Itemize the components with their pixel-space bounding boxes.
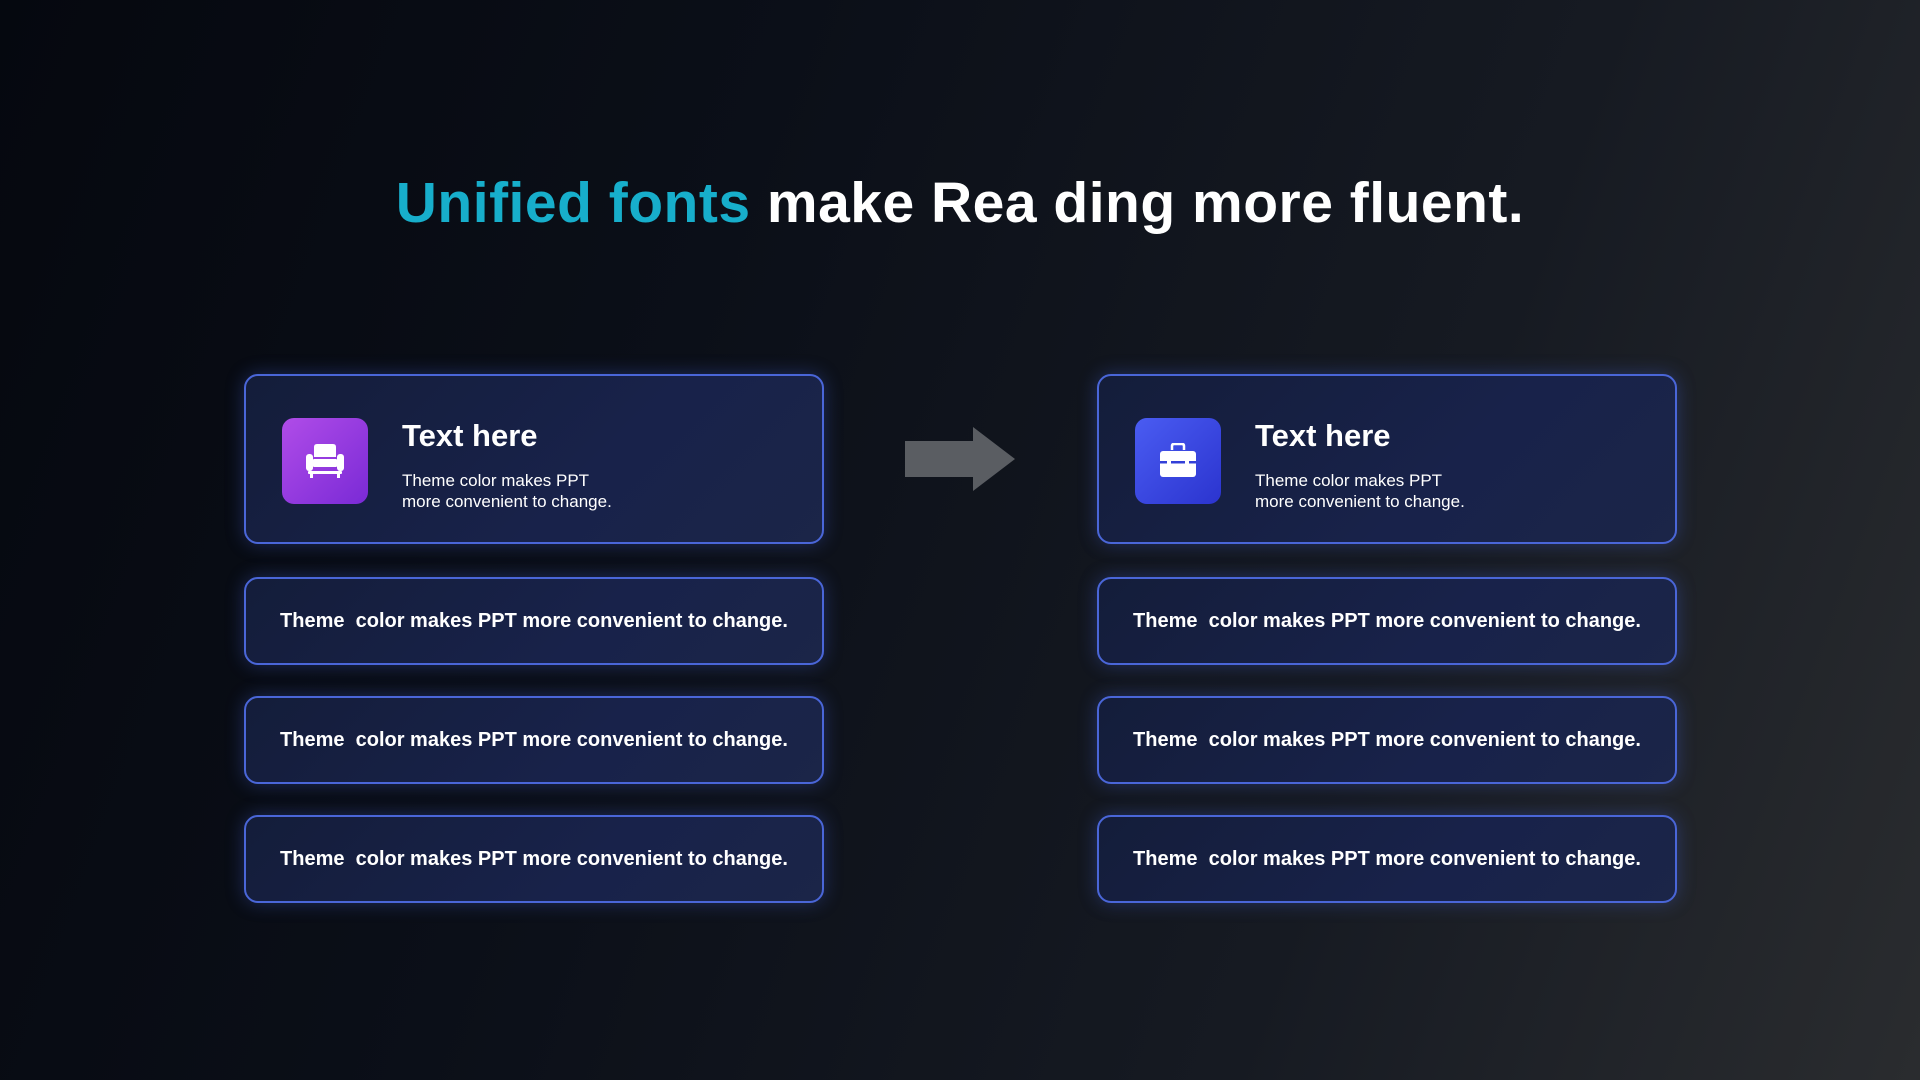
right-header-card: Text here Theme color makes PPT more con… bbox=[1097, 374, 1677, 544]
left-item-text: Theme color makes PPT more convenient to… bbox=[280, 847, 788, 870]
armchair-icon bbox=[306, 444, 344, 478]
toolbox-icon bbox=[1160, 443, 1196, 477]
left-item-text: Theme color makes PPT more convenient to… bbox=[280, 609, 788, 632]
right-item-card: Theme color makes PPT more convenient to… bbox=[1097, 577, 1677, 665]
slide-title: Unified fonts make Rea ding more fluent. bbox=[0, 170, 1920, 236]
arrow-right-icon bbox=[905, 427, 1015, 491]
right-item-card: Theme color makes PPT more convenient to… bbox=[1097, 696, 1677, 784]
right-item-text: Theme color makes PPT more convenient to… bbox=[1133, 609, 1641, 632]
toolbox-icon-tile bbox=[1135, 418, 1221, 504]
left-item-card: Theme color makes PPT more convenient to… bbox=[244, 577, 824, 665]
right-item-card: Theme color makes PPT more convenient to… bbox=[1097, 815, 1677, 903]
right-item-text: Theme color makes PPT more convenient to… bbox=[1133, 728, 1641, 751]
left-header-card: Text here Theme color makes PPT more con… bbox=[244, 374, 824, 544]
left-item-card: Theme color makes PPT more convenient to… bbox=[244, 815, 824, 903]
left-heading: Text here bbox=[402, 418, 538, 453]
title-rest: make Rea ding more fluent. bbox=[750, 171, 1525, 235]
right-heading: Text here bbox=[1255, 418, 1391, 453]
left-description: Theme color makes PPT more convenient to… bbox=[402, 471, 612, 511]
right-item-text: Theme color makes PPT more convenient to… bbox=[1133, 847, 1641, 870]
left-item-text: Theme color makes PPT more convenient to… bbox=[280, 728, 788, 751]
right-description: Theme color makes PPT more convenient to… bbox=[1255, 471, 1465, 511]
armchair-icon-tile bbox=[282, 418, 368, 504]
title-accent: Unified fonts bbox=[395, 171, 751, 235]
left-item-card: Theme color makes PPT more convenient to… bbox=[244, 696, 824, 784]
